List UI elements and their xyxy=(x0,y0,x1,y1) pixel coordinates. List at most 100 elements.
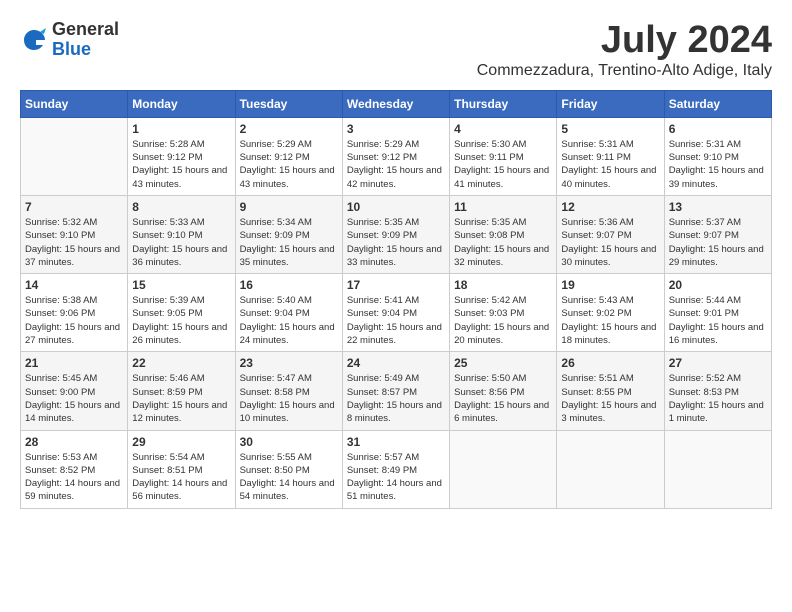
day-info: Sunrise: 5:46 AMSunset: 8:59 PMDaylight:… xyxy=(132,372,230,425)
day-number: 3 xyxy=(347,122,445,136)
table-row: 18 Sunrise: 5:42 AMSunset: 9:03 PMDayligh… xyxy=(450,274,557,352)
table-row: 20 Sunrise: 5:44 AMSunset: 9:01 PMDayligh… xyxy=(664,274,771,352)
calendar-table: Sunday Monday Tuesday Wednesday Thursday… xyxy=(20,90,772,509)
calendar-week-row: 1 Sunrise: 5:28 AMSunset: 9:12 PMDaylight… xyxy=(21,117,772,195)
day-info: Sunrise: 5:38 AMSunset: 9:06 PMDaylight:… xyxy=(25,294,123,347)
table-row: 19 Sunrise: 5:43 AMSunset: 9:02 PMDayligh… xyxy=(557,274,664,352)
table-row: 27 Sunrise: 5:52 AMSunset: 8:53 PMDayligh… xyxy=(664,352,771,430)
day-number: 20 xyxy=(669,278,767,292)
table-row: 2 Sunrise: 5:29 AMSunset: 9:12 PMDaylight… xyxy=(235,117,342,195)
day-number: 27 xyxy=(669,356,767,370)
table-row: 21 Sunrise: 5:45 AMSunset: 9:00 PMDayligh… xyxy=(21,352,128,430)
table-row: 22Sunrise: 5:46 AMSunset: 8:59 PMDayligh… xyxy=(128,352,235,430)
day-info: Sunrise: 5:34 AMSunset: 9:09 PMDaylight:… xyxy=(240,216,338,269)
day-number: 17 xyxy=(347,278,445,292)
table-row: 7 Sunrise: 5:32 AMSunset: 9:10 PMDaylight… xyxy=(21,195,128,273)
table-row: 11Sunrise: 5:35 AMSunset: 9:08 PMDayligh… xyxy=(450,195,557,273)
day-info: Sunrise: 5:43 AMSunset: 9:02 PMDaylight:… xyxy=(561,294,659,347)
day-info: Sunrise: 5:39 AMSunset: 9:05 PMDaylight:… xyxy=(132,294,230,347)
col-monday: Monday xyxy=(128,90,235,117)
day-number: 13 xyxy=(669,200,767,214)
day-number: 11 xyxy=(454,200,552,214)
table-row xyxy=(450,430,557,508)
page-header: General Blue July 2024 Commezzadura, Tre… xyxy=(20,20,772,80)
col-thursday: Thursday xyxy=(450,90,557,117)
title-section: July 2024 Commezzadura, Trentino-Alto Ad… xyxy=(477,20,772,80)
col-friday: Friday xyxy=(557,90,664,117)
day-number: 12 xyxy=(561,200,659,214)
table-row: 26Sunrise: 5:51 AMSunset: 8:55 PMDayligh… xyxy=(557,352,664,430)
table-row: 23 Sunrise: 5:47 AMSunset: 8:58 PMDayligh… xyxy=(235,352,342,430)
location-title: Commezzadura, Trentino-Alto Adige, Italy xyxy=(477,62,772,80)
day-number: 30 xyxy=(240,435,338,449)
day-number: 31 xyxy=(347,435,445,449)
table-row: 29Sunrise: 5:54 AMSunset: 8:51 PMDayligh… xyxy=(128,430,235,508)
day-info: Sunrise: 5:32 AMSunset: 9:10 PMDaylight:… xyxy=(25,216,123,269)
table-row: 17 Sunrise: 5:41 AMSunset: 9:04 PMDayligh… xyxy=(342,274,449,352)
day-info: Sunrise: 5:57 AMSunset: 8:49 PMDaylight:… xyxy=(347,451,445,504)
day-info: Sunrise: 5:44 AMSunset: 9:01 PMDaylight:… xyxy=(669,294,767,347)
day-info: Sunrise: 5:49 AMSunset: 8:57 PMDaylight:… xyxy=(347,372,445,425)
day-info: Sunrise: 5:53 AMSunset: 8:52 PMDaylight:… xyxy=(25,451,123,504)
month-title: July 2024 xyxy=(477,20,772,62)
day-number: 18 xyxy=(454,278,552,292)
logo-icon xyxy=(20,26,48,54)
day-info: Sunrise: 5:45 AMSunset: 9:00 PMDaylight:… xyxy=(25,372,123,425)
day-info: Sunrise: 5:55 AMSunset: 8:50 PMDaylight:… xyxy=(240,451,338,504)
day-number: 14 xyxy=(25,278,123,292)
day-number: 8 xyxy=(132,200,230,214)
day-number: 4 xyxy=(454,122,552,136)
day-info: Sunrise: 5:35 AMSunset: 9:09 PMDaylight:… xyxy=(347,216,445,269)
table-row: 31 Sunrise: 5:57 AMSunset: 8:49 PMDayligh… xyxy=(342,430,449,508)
col-saturday: Saturday xyxy=(664,90,771,117)
table-row: 8 Sunrise: 5:33 AMSunset: 9:10 PMDaylight… xyxy=(128,195,235,273)
table-row: 10 Sunrise: 5:35 AMSunset: 9:09 PMDayligh… xyxy=(342,195,449,273)
day-number: 10 xyxy=(347,200,445,214)
table-row: 9 Sunrise: 5:34 AMSunset: 9:09 PMDaylight… xyxy=(235,195,342,273)
table-row xyxy=(21,117,128,195)
day-info: Sunrise: 5:41 AMSunset: 9:04 PMDaylight:… xyxy=(347,294,445,347)
table-row: 13 Sunrise: 5:37 AMSunset: 9:07 PMDayligh… xyxy=(664,195,771,273)
table-row: 14 Sunrise: 5:38 AMSunset: 9:06 PMDayligh… xyxy=(21,274,128,352)
day-info: Sunrise: 5:28 AMSunset: 9:12 PMDaylight:… xyxy=(132,138,230,191)
day-number: 19 xyxy=(561,278,659,292)
day-info: Sunrise: 5:54 AMSunset: 8:51 PMDaylight:… xyxy=(132,451,230,504)
day-number: 26 xyxy=(561,356,659,370)
day-number: 28 xyxy=(25,435,123,449)
table-row xyxy=(557,430,664,508)
col-wednesday: Wednesday xyxy=(342,90,449,117)
day-info: Sunrise: 5:30 AMSunset: 9:11 PMDaylight:… xyxy=(454,138,552,191)
day-number: 15 xyxy=(132,278,230,292)
day-number: 9 xyxy=(240,200,338,214)
table-row: 1 Sunrise: 5:28 AMSunset: 9:12 PMDaylight… xyxy=(128,117,235,195)
calendar-week-row: 21 Sunrise: 5:45 AMSunset: 9:00 PMDayligh… xyxy=(21,352,772,430)
calendar-week-row: 7 Sunrise: 5:32 AMSunset: 9:10 PMDaylight… xyxy=(21,195,772,273)
day-info: Sunrise: 5:36 AMSunset: 9:07 PMDaylight:… xyxy=(561,216,659,269)
day-info: Sunrise: 5:31 AMSunset: 9:11 PMDaylight:… xyxy=(561,138,659,191)
day-info: Sunrise: 5:29 AMSunset: 9:12 PMDaylight:… xyxy=(347,138,445,191)
day-info: Sunrise: 5:47 AMSunset: 8:58 PMDaylight:… xyxy=(240,372,338,425)
day-info: Sunrise: 5:33 AMSunset: 9:10 PMDaylight:… xyxy=(132,216,230,269)
day-info: Sunrise: 5:50 AMSunset: 8:56 PMDaylight:… xyxy=(454,372,552,425)
day-info: Sunrise: 5:37 AMSunset: 9:07 PMDaylight:… xyxy=(669,216,767,269)
day-number: 1 xyxy=(132,122,230,136)
day-number: 21 xyxy=(25,356,123,370)
table-row: 28 Sunrise: 5:53 AMSunset: 8:52 PMDayligh… xyxy=(21,430,128,508)
day-info: Sunrise: 5:42 AMSunset: 9:03 PMDaylight:… xyxy=(454,294,552,347)
table-row: 3 Sunrise: 5:29 AMSunset: 9:12 PMDaylight… xyxy=(342,117,449,195)
table-row: 16Sunrise: 5:40 AMSunset: 9:04 PMDayligh… xyxy=(235,274,342,352)
day-number: 5 xyxy=(561,122,659,136)
day-number: 2 xyxy=(240,122,338,136)
table-row: 25Sunrise: 5:50 AMSunset: 8:56 PMDayligh… xyxy=(450,352,557,430)
calendar-week-row: 14 Sunrise: 5:38 AMSunset: 9:06 PMDayligh… xyxy=(21,274,772,352)
day-info: Sunrise: 5:31 AMSunset: 9:10 PMDaylight:… xyxy=(669,138,767,191)
day-info: Sunrise: 5:29 AMSunset: 9:12 PMDaylight:… xyxy=(240,138,338,191)
day-number: 23 xyxy=(240,356,338,370)
table-row: 15 Sunrise: 5:39 AMSunset: 9:05 PMDayligh… xyxy=(128,274,235,352)
day-number: 7 xyxy=(25,200,123,214)
table-row: 30 Sunrise: 5:55 AMSunset: 8:50 PMDayligh… xyxy=(235,430,342,508)
logo-general: General xyxy=(52,20,119,40)
day-info: Sunrise: 5:52 AMSunset: 8:53 PMDaylight:… xyxy=(669,372,767,425)
table-row: 4 Sunrise: 5:30 AMSunset: 9:11 PMDaylight… xyxy=(450,117,557,195)
day-info: Sunrise: 5:40 AMSunset: 9:04 PMDaylight:… xyxy=(240,294,338,347)
